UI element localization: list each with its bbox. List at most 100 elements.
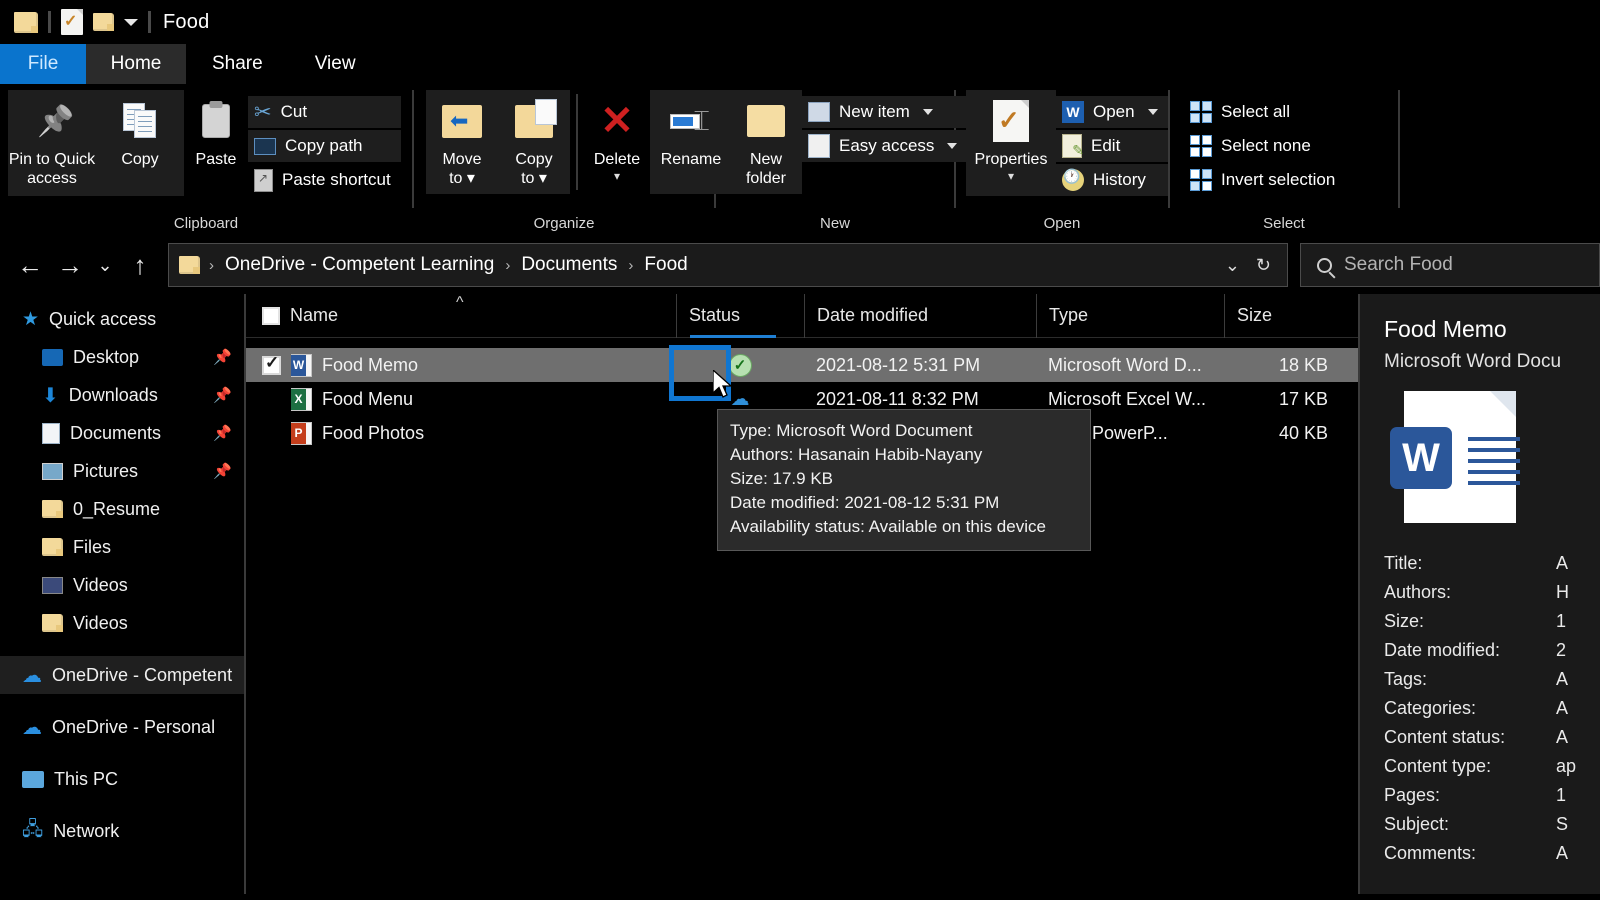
pin-icon[interactable]: 📌 [213, 348, 232, 366]
sidebar-item-network[interactable]: 🖧 Network [0, 812, 246, 850]
word-icon: W [1062, 101, 1084, 123]
properties-button[interactable]: Properties ▾ [966, 90, 1056, 196]
breadcrumb-item-food[interactable]: Food [638, 252, 693, 278]
column-header-name[interactable]: Name ^ [246, 294, 676, 338]
up-button[interactable]: ↑ [120, 245, 160, 285]
breadcrumb-item-onedrive[interactable]: OneDrive - Competent Learning [219, 252, 500, 278]
column-header-type[interactable]: Type [1036, 293, 1224, 338]
file-size-cell: 17 KB [1278, 388, 1328, 409]
address-bar: ← → ⌄ ↑ › OneDrive - Competent Learning … [0, 236, 1600, 294]
row-checkbox[interactable] [262, 353, 281, 375]
history-button[interactable]: History [1056, 164, 1168, 196]
chevron-down-icon[interactable] [124, 18, 138, 26]
forward-button[interactable]: → [50, 245, 90, 285]
new-folder-button[interactable]: New folder [730, 90, 802, 194]
search-box[interactable]: Search Food [1300, 243, 1600, 287]
network-icon: 🖧 [22, 819, 44, 840]
pin-to-quick-access-button[interactable]: Pin to Quick access [8, 90, 96, 196]
open-button[interactable]: W Open [1056, 96, 1168, 128]
pin-icon[interactable]: 📌 [213, 462, 232, 480]
paste-button[interactable]: Paste [184, 90, 248, 196]
search-icon [1317, 257, 1332, 273]
preview-title: Food Memo [1384, 316, 1507, 342]
chevron-down-icon-3[interactable] [1147, 109, 1158, 115]
column-label-date: Date modified [817, 305, 929, 325]
copy-path-button[interactable]: Copy path [248, 130, 401, 162]
file-name-cell[interactable]: Food Memo [246, 348, 676, 382]
sidebar-item-pictures[interactable]: Pictures 📌 [0, 452, 246, 490]
new-folder-icon[interactable] [93, 13, 114, 31]
column-headers: Name ^ Status Date modified Type Size [246, 293, 1358, 338]
search-input[interactable]: Search Food [1344, 254, 1453, 276]
status-column-highlight [690, 335, 776, 338]
select-none-icon [1190, 135, 1212, 157]
back-button[interactable]: ← [10, 245, 50, 285]
tab-view[interactable]: View [289, 44, 382, 84]
tab-home[interactable]: Home [86, 44, 186, 84]
sidebar-item-videos-lib[interactable]: Videos [0, 566, 246, 604]
edit-button[interactable]: Edit [1056, 130, 1168, 162]
column-header-size[interactable]: Size [1224, 293, 1342, 338]
delete-button[interactable]: ✕ Delete ▾ [584, 90, 650, 194]
tab-share[interactable]: Share [186, 44, 289, 84]
pin-icon[interactable]: 📌 [213, 386, 232, 404]
copy-to-button[interactable]: Copy to ▾ [498, 90, 570, 194]
pin-label-line2: access [27, 170, 77, 187]
download-icon: ⬇ [42, 384, 59, 407]
desktop-icon [42, 348, 63, 366]
chevron-down-icon[interactable] [922, 109, 933, 115]
select-all-checkbox[interactable] [262, 306, 280, 325]
breadcrumb-bar[interactable]: › OneDrive - Competent Learning › Docume… [168, 243, 1288, 287]
select-none-button[interactable]: Select none [1184, 130, 1345, 162]
move-to-icon: ⬅ [442, 98, 482, 144]
paste-icon [202, 98, 230, 144]
sidebar-item-downloads[interactable]: ⬇ Downloads 📌 [0, 376, 246, 414]
pin-icon[interactable]: 📌 [213, 424, 232, 442]
breadcrumb-item-documents[interactable]: Documents [515, 252, 623, 278]
new-item-button[interactable]: New item [802, 96, 968, 128]
group-label-organize: Organize [533, 215, 595, 232]
move-to-label-line2: to [449, 170, 463, 187]
sidebar-item-this-pc[interactable]: This PC [0, 760, 246, 798]
file-size-cell: 40 KB [1278, 422, 1328, 443]
sidebar-item-desktop[interactable]: Desktop 📌 [0, 338, 246, 376]
copy-button[interactable]: Copy [96, 90, 184, 196]
paste-shortcut-button[interactable]: Paste shortcut [248, 164, 401, 196]
edit-icon [1062, 134, 1084, 159]
address-dropdown-button[interactable]: ⌄ [1225, 255, 1240, 276]
preview-property-row: Authors: H [1384, 582, 1569, 602]
file-name-label: Food Menu [322, 388, 414, 409]
column-header-status[interactable]: Status [676, 293, 804, 338]
cut-button[interactable]: ✂ Cut [248, 96, 401, 128]
invert-selection-button[interactable]: Invert selection [1184, 164, 1345, 196]
move-to-button[interactable]: ⬅ Move to ▾ [426, 90, 498, 194]
properties-icon[interactable] [61, 9, 83, 35]
select-all-button[interactable]: Select all [1184, 96, 1345, 128]
folder-icon[interactable] [14, 11, 38, 33]
sidebar-item-onedrive-personal[interactable]: ☁ OneDrive - Personal [0, 708, 246, 746]
sidebar-item-label: Desktop [73, 346, 140, 367]
sidebar-item-documents[interactable]: Documents 📌 [0, 414, 246, 452]
delete-icon: ✕ [600, 99, 634, 143]
column-label-size: Size [1237, 305, 1273, 325]
ribbon-group-organize: ⬅ Move to ▾ Copy to ▾ ✕ Delete ▾ ⌶ Rename [414, 84, 732, 236]
table-row[interactable]: Food Memo 2021-08-12 5:31 PM Microsoft W… [246, 348, 1358, 382]
tab-file[interactable]: File [0, 44, 86, 84]
ribbon: Pin to Quick access Copy Paste ✂ Cut [0, 84, 1600, 236]
recent-locations-button[interactable]: ⌄ [90, 245, 120, 285]
copy-path-icon [254, 137, 276, 155]
sidebar-item-onedrive-competent[interactable]: ☁ OneDrive - Competent [0, 656, 246, 694]
column-header-date-modified[interactable]: Date modified [804, 293, 1036, 338]
ribbon-inner-separator [576, 94, 578, 190]
file-name-cell[interactable]: Food Photos [246, 416, 676, 450]
file-date-cell: 2021-08-12 5:31 PM [816, 354, 981, 375]
sidebar-item-files[interactable]: Files [0, 528, 246, 566]
sidebar-item-videos-folder[interactable]: Videos [0, 604, 246, 642]
file-name-cell[interactable]: Food Menu [246, 382, 676, 416]
quick-access-toolbar [14, 9, 151, 35]
refresh-button[interactable]: ↻ [1256, 255, 1271, 276]
properties-icon [993, 98, 1029, 144]
easy-access-button[interactable]: Easy access [802, 130, 968, 162]
sidebar-item-0-resume[interactable]: 0_Resume [0, 490, 246, 528]
sidebar-item-quick-access[interactable]: ★ Quick access [0, 300, 246, 338]
